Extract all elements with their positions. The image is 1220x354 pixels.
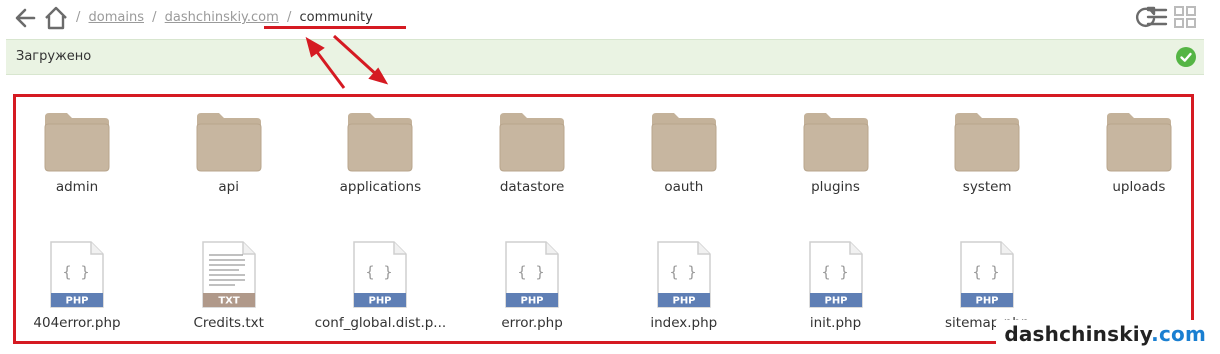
annotation-arrows — [305, 34, 389, 89]
watermark-tld: .com — [1151, 322, 1206, 346]
watermark-name: dashchinskiy — [1004, 322, 1152, 346]
watermark-logo: dashchinskiy.com — [996, 320, 1214, 348]
